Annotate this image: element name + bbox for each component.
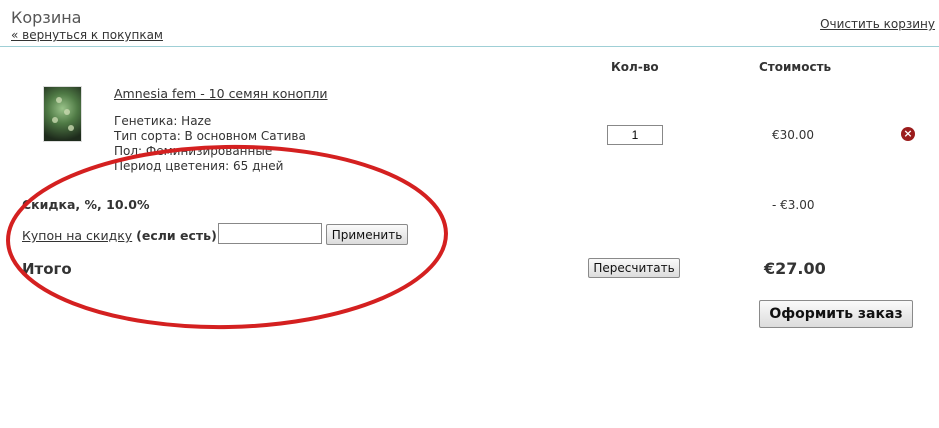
recalculate-button[interactable]: Пересчитать bbox=[588, 258, 680, 278]
remove-item-icon[interactable]: × bbox=[901, 127, 915, 141]
checkout-button[interactable]: Оформить заказ bbox=[759, 300, 913, 328]
product-price: €30.00 bbox=[772, 128, 814, 142]
apply-coupon-button[interactable]: Применить bbox=[326, 224, 408, 245]
clear-cart-link[interactable]: Очистить корзину bbox=[820, 17, 935, 31]
total-label: Итого bbox=[22, 260, 72, 278]
product-spec-type: Тип сорта: В основном Сатива bbox=[114, 129, 306, 143]
product-name-link[interactable]: Amnesia fem - 10 семян конопли bbox=[114, 86, 328, 101]
back-to-shopping-link[interactable]: « вернуться к покупкам bbox=[11, 28, 163, 42]
header-divider bbox=[0, 46, 939, 47]
column-header-cost: Стоимость bbox=[759, 60, 832, 74]
product-spec-sex: Пол: Феминизированные bbox=[114, 144, 273, 158]
coupon-row: Купон на скидку (если есть): bbox=[22, 228, 222, 243]
column-header-qty: Кол-во bbox=[611, 60, 659, 74]
page-title: Корзина bbox=[11, 8, 82, 27]
coupon-link[interactable]: Купон на скидку bbox=[22, 228, 132, 243]
discount-label: Скидка, %, 10.0% bbox=[22, 197, 150, 212]
quantity-input[interactable] bbox=[607, 125, 663, 145]
product-thumbnail[interactable] bbox=[43, 86, 82, 142]
coupon-input[interactable] bbox=[218, 223, 322, 244]
coupon-suffix-label: (если есть): bbox=[136, 228, 222, 243]
total-value: €27.00 bbox=[764, 259, 826, 278]
product-spec-genetics: Генетика: Haze bbox=[114, 114, 212, 128]
discount-value: - €3.00 bbox=[772, 198, 815, 212]
product-spec-flowering: Период цветения: 65 дней bbox=[114, 159, 284, 173]
